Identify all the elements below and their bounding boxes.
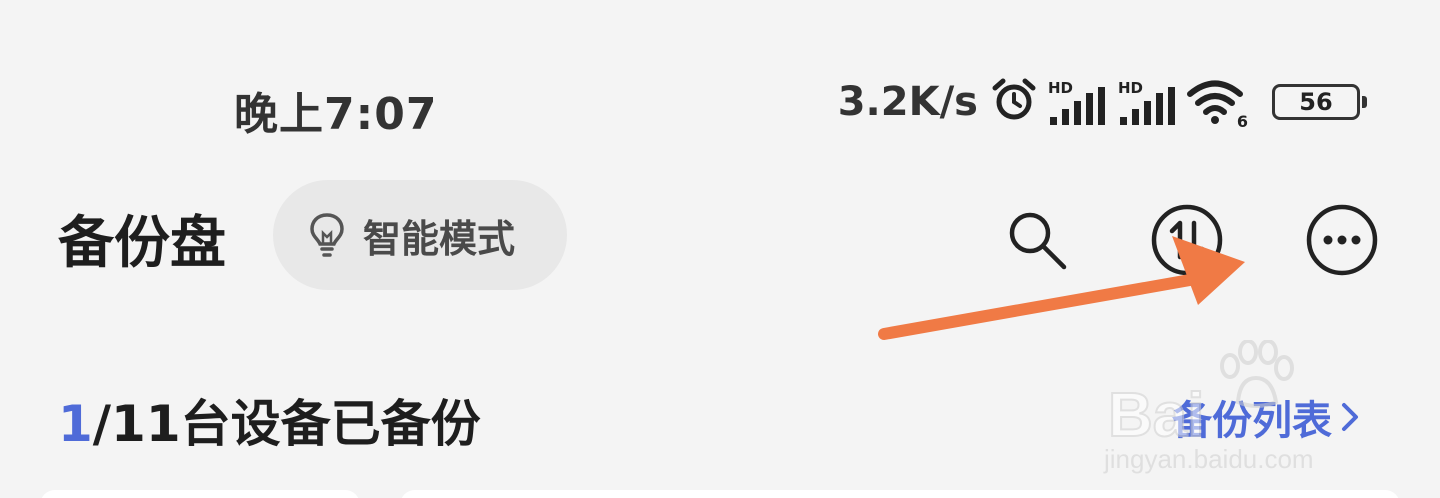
- device-card[interactable]: [400, 490, 1400, 498]
- transfer-icon: [1150, 203, 1224, 277]
- alarm-icon: [990, 76, 1038, 128]
- chevron-right-icon: [1338, 399, 1362, 435]
- device-card[interactable]: [40, 490, 360, 498]
- more-button[interactable]: [1305, 203, 1379, 277]
- search-button[interactable]: [1000, 203, 1074, 277]
- signal-icon: HD: [1116, 79, 1178, 125]
- status-time: 晚上7:07: [234, 89, 438, 140]
- network-speed: 3.2K/s: [837, 79, 978, 125]
- status-bar-right: 3.2K/s HD HD 6 56: [837, 72, 1367, 132]
- smart-mode-chip[interactable]: 智能模式: [273, 180, 567, 290]
- backup-list-link[interactable]: 备份列表: [1172, 388, 1362, 446]
- transfer-button[interactable]: [1150, 203, 1224, 277]
- watermark-url: jingyan.baidu.com: [1104, 444, 1314, 474]
- backup-list-label: 备份列表: [1172, 398, 1332, 444]
- wifi-generation: 6: [1236, 112, 1248, 131]
- backup-device-count: 1/11台设备已备份: [58, 384, 481, 456]
- signal-icon: HD: [1046, 79, 1108, 125]
- battery-level: 56: [1299, 88, 1333, 116]
- backup-count-done: 1: [58, 395, 93, 453]
- battery-icon: 56: [1272, 84, 1367, 120]
- backup-count-rest: /11台设备已备份: [92, 395, 481, 453]
- page-title: 备份盘: [58, 211, 226, 276]
- more-icon: [1305, 203, 1379, 277]
- smart-mode-label: 智能模式: [363, 216, 516, 261]
- search-icon: [1004, 207, 1070, 273]
- wifi-icon: 6: [1186, 77, 1248, 131]
- lightbulb-icon: [309, 211, 345, 259]
